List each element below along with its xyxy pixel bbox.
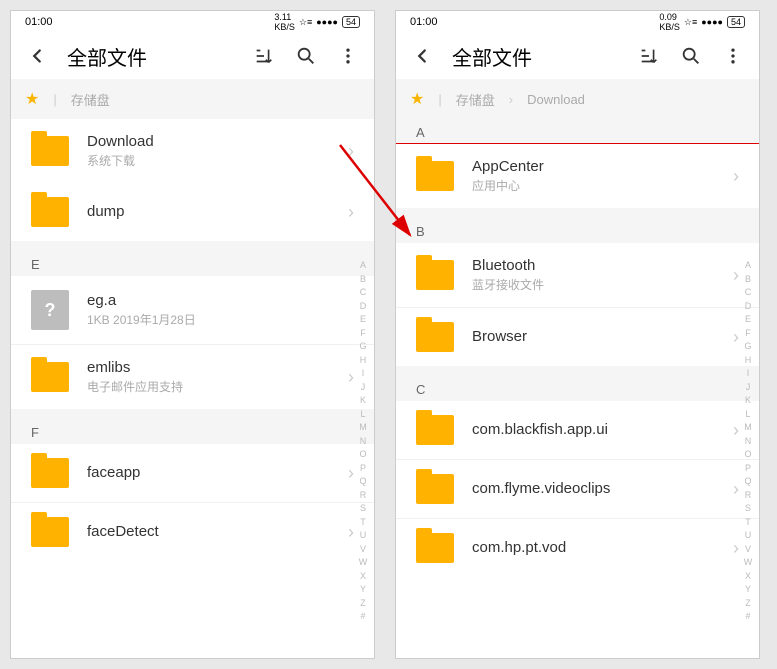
section-c: C [396, 376, 759, 401]
chevron-right-icon: › [733, 166, 739, 187]
status-right: 0.09KB/S ☆≡●●●● 54 [659, 12, 745, 32]
chevron-right-icon: › [348, 141, 354, 162]
file-list: Download系统下载 › dump › E ? eg.a1KB 2019年1… [11, 119, 374, 658]
sort-icon[interactable] [637, 44, 661, 68]
status-bar: 01:00 0.09KB/S ☆≡●●●● 54 [396, 11, 759, 33]
folder-icon [416, 533, 454, 563]
chevron-right-icon: › [733, 265, 739, 286]
breadcrumb[interactable]: ★ | 存储盘 [11, 79, 374, 119]
star-icon[interactable]: ★ [25, 89, 39, 109]
more-icon[interactable] [721, 44, 745, 68]
file-icon: ? [31, 290, 69, 330]
crumb-storage[interactable]: 存储盘 [71, 90, 110, 109]
folder-hppt[interactable]: com.hp.pt.vod › [396, 518, 759, 577]
section-b: B [396, 218, 759, 243]
chevron-right-icon: › [348, 202, 354, 223]
header: 全部文件 [396, 33, 759, 79]
page-title: 全部文件 [452, 42, 619, 71]
phone-right: 01:00 0.09KB/S ☆≡●●●● 54 全部文件 ★ | 存储盘 › … [395, 10, 760, 659]
folder-bluetooth[interactable]: Bluetooth蓝牙接收文件 › [396, 243, 759, 307]
folder-icon [31, 362, 69, 392]
folder-emlibs[interactable]: emlibs电子邮件应用支持 › [11, 344, 374, 409]
folder-icon [31, 517, 69, 547]
file-ega[interactable]: ? eg.a1KB 2019年1月28日 [11, 276, 374, 344]
section-e: E [11, 251, 374, 276]
section-a: A [396, 119, 759, 144]
folder-facedetect[interactable]: faceDetect › [11, 502, 374, 561]
breadcrumb[interactable]: ★ | 存储盘 › Download [396, 79, 759, 119]
folder-blackfish[interactable]: com.blackfish.app.ui › [396, 401, 759, 459]
file-list: A AppCenter应用中心 › B Bluetooth蓝牙接收文件 › Br… [396, 119, 759, 658]
folder-icon [416, 474, 454, 504]
chevron-right-icon: › [733, 420, 739, 441]
chevron-right-icon: › [348, 367, 354, 388]
folder-faceapp[interactable]: faceapp › [11, 444, 374, 502]
alpha-index[interactable]: ABCDEFGHIJKLMNOPQRSTUVWXYZ# [741, 259, 755, 624]
folder-icon [416, 260, 454, 290]
star-icon[interactable]: ★ [410, 89, 424, 109]
status-right: 3.11KB/S ☆≡●●●● 54 [274, 12, 360, 32]
more-icon[interactable] [336, 44, 360, 68]
folder-appcenter[interactable]: AppCenter应用中心 › [396, 144, 759, 208]
battery-icon: 54 [727, 16, 745, 28]
chevron-right-icon: › [733, 538, 739, 559]
highlight-box: Download系统下载 › [11, 119, 374, 184]
header: 全部文件 [11, 33, 374, 79]
chevron-right-icon: › [348, 463, 354, 484]
folder-icon [416, 322, 454, 352]
back-icon[interactable] [410, 44, 434, 68]
page-title: 全部文件 [67, 42, 234, 71]
highlight-box: AppCenter应用中心 › B Bluetooth蓝牙接收文件 › Brow… [396, 143, 759, 367]
folder-icon [416, 161, 454, 191]
chevron-right-icon: › [733, 479, 739, 500]
folder-icon [31, 458, 69, 488]
phone-left: 01:00 3.11KB/S ☆≡●●●● 54 全部文件 ★ | 存储盘 Do… [10, 10, 375, 659]
sort-icon[interactable] [252, 44, 276, 68]
folder-icon [31, 136, 69, 166]
search-icon[interactable] [294, 44, 318, 68]
alpha-index[interactable]: ABCDEFGHIJKLMNOPQRSTUVWXYZ# [356, 259, 370, 624]
folder-dump[interactable]: dump › [11, 183, 374, 241]
status-bar: 01:00 3.11KB/S ☆≡●●●● 54 [11, 11, 374, 33]
folder-icon [31, 197, 69, 227]
folder-download[interactable]: Download系统下载 › [11, 119, 374, 183]
crumb-storage[interactable]: 存储盘 [456, 90, 495, 109]
section-f: F [11, 419, 374, 444]
folder-flyme[interactable]: com.flyme.videoclips › [396, 459, 759, 518]
chevron-right-icon: › [733, 327, 739, 348]
search-icon[interactable] [679, 44, 703, 68]
battery-icon: 54 [342, 16, 360, 28]
clock: 01:00 [410, 16, 438, 28]
folder-icon [416, 415, 454, 445]
folder-browser[interactable]: Browser › [396, 307, 759, 366]
chevron-right-icon: › [348, 522, 354, 543]
back-icon[interactable] [25, 44, 49, 68]
clock: 01:00 [25, 16, 53, 28]
crumb-download[interactable]: Download [527, 92, 585, 107]
